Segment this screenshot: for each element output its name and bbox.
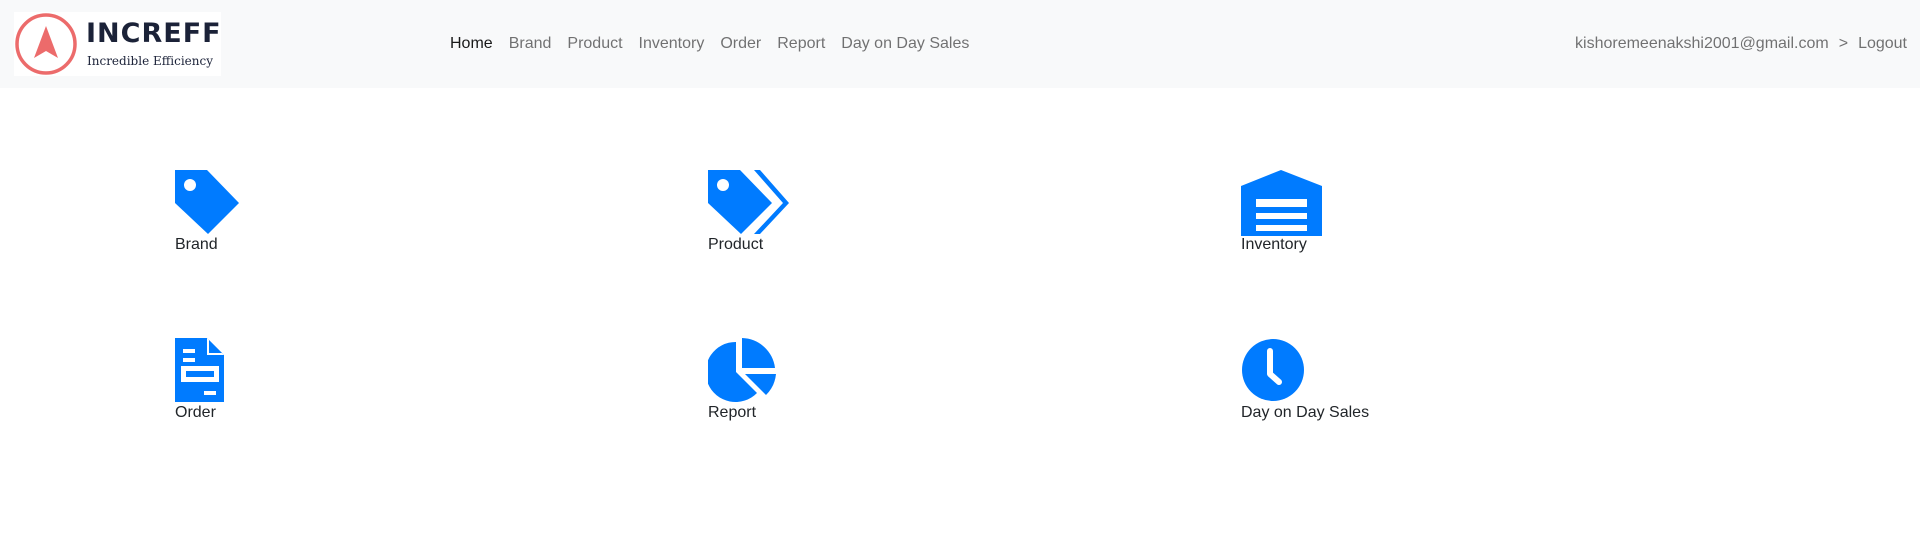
tag-icon — [175, 170, 241, 236]
warehouse-icon — [1241, 170, 1323, 236]
tile-product-label: Product — [708, 236, 764, 253]
user-email: kishoremeenakshi2001@gmail.com — [1575, 35, 1829, 52]
tile-report[interactable]: Report — [708, 338, 778, 423]
tile-inventory-label: Inventory — [1241, 236, 1307, 253]
tile-product[interactable]: Product — [708, 170, 790, 255]
tile-day-on-day-sales-label: Day on Day Sales — [1241, 404, 1370, 421]
nav-order[interactable]: Order — [712, 0, 769, 88]
user-area: kishoremeenakshi2001@gmail.com > Logout — [1575, 0, 1907, 88]
tile-brand-label: Brand — [175, 236, 218, 253]
brand-logo[interactable]: INCREFF Incredible Efficiency — [14, 12, 221, 76]
main-nav: Home Brand Product Inventory Order Repor… — [442, 0, 977, 88]
user-separator: > — [1838, 35, 1849, 52]
logo-text: INCREFF — [86, 18, 221, 49]
tile-brand[interactable]: Brand — [175, 170, 241, 255]
nav-inventory[interactable]: Inventory — [631, 0, 713, 88]
tags-icon — [708, 170, 790, 236]
invoice-icon — [175, 338, 225, 404]
tile-report-label: Report — [708, 404, 757, 421]
top-navbar: INCREFF Incredible Efficiency Home Brand… — [0, 0, 1920, 88]
nav-brand[interactable]: Brand — [501, 0, 560, 88]
tile-inventory[interactable]: Inventory — [1241, 170, 1323, 255]
nav-product[interactable]: Product — [559, 0, 630, 88]
pie-chart-icon — [708, 338, 778, 404]
tile-order-label: Order — [175, 404, 216, 421]
logo-tagline: Incredible Efficiency — [87, 54, 213, 68]
tile-day-on-day-sales[interactable]: Day on Day Sales — [1241, 338, 1369, 423]
nav-report[interactable]: Report — [769, 0, 833, 88]
nav-home[interactable]: Home — [442, 0, 501, 88]
tile-order[interactable]: Order — [175, 338, 225, 423]
logout-link[interactable]: Logout — [1858, 35, 1907, 53]
compass-arrow-logo-icon — [15, 13, 77, 75]
clock-icon — [1241, 338, 1369, 404]
nav-day-on-day-sales[interactable]: Day on Day Sales — [833, 0, 977, 88]
